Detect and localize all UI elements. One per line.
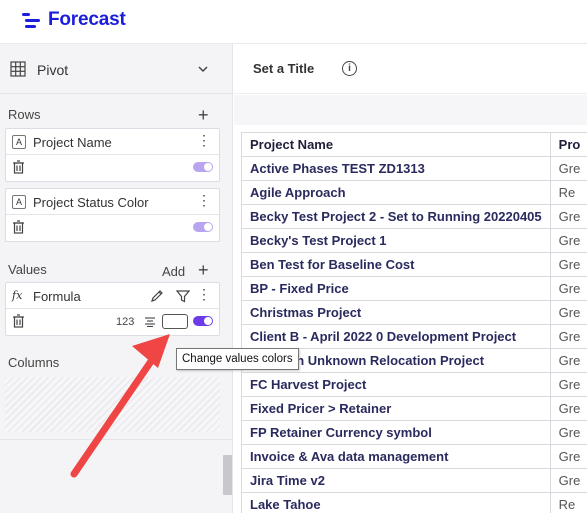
column-header[interactable]: Pro [549, 132, 587, 157]
table-row[interactable]: Becky Test Project 2 - Set to Running 20… [241, 204, 587, 229]
row-field-card[interactable]: A Project Name ⋮ [5, 128, 220, 182]
text-type-icon: A [12, 195, 26, 209]
table-row[interactable]: BP - Fixed Price Gre [241, 276, 587, 301]
table-row[interactable]: Jira Time v2 Gre [241, 468, 587, 493]
title-bar: Set a Title i [234, 44, 587, 94]
chevron-down-icon[interactable] [197, 63, 209, 75]
table-row[interactable]: Fixed Pricer > Retainer Gre [241, 396, 587, 421]
formula-icon: fx [12, 289, 23, 302]
project-name-cell[interactable]: Becky's Test Project 1 [241, 228, 551, 253]
project-status-cell: Gre [549, 420, 587, 445]
project-name-cell[interactable]: Invoice & Ava data management [241, 444, 551, 469]
app-logo[interactable]: Forecast [22, 9, 126, 31]
row-field-label: Project Status Color [33, 195, 149, 210]
rows-section-title: Rows [8, 107, 41, 122]
project-status-cell: Gre [549, 444, 587, 469]
more-options-icon[interactable]: ⋮ [197, 193, 211, 207]
filter-icon[interactable] [176, 289, 190, 303]
project-status-cell: Gre [549, 324, 587, 349]
table-header-band [234, 95, 587, 125]
value-color-picker[interactable] [162, 314, 188, 329]
project-status-cell: Gre [549, 348, 587, 373]
project-status-cell: Re [549, 180, 587, 205]
project-name-cell[interactable]: FP Retainer Currency symbol [241, 420, 551, 445]
project-name-cell[interactable]: FC Harvest Project [241, 372, 551, 397]
align-icon[interactable] [144, 317, 156, 327]
column-header[interactable]: Project Name [241, 132, 551, 157]
top-bar: Forecast [0, 0, 587, 44]
table-row[interactable]: Ben Test for Baseline Cost Gre [241, 252, 587, 277]
project-status-cell: Gre [549, 372, 587, 397]
sidebar-resize-handle[interactable] [223, 455, 232, 495]
pencil-icon[interactable] [150, 289, 164, 303]
project-status-cell: Gre [549, 156, 587, 181]
value-visibility-toggle[interactable] [193, 316, 213, 326]
trash-icon[interactable] [12, 220, 25, 234]
table-row[interactable]: FC Harvest Project Gre [241, 372, 587, 397]
table-row[interactable]: Invoice & Ava data management Gre [241, 444, 587, 469]
value-field-label: Formula [33, 289, 81, 304]
row-field-card[interactable]: A Project Status Color ⋮ [5, 188, 220, 242]
pivot-label: Pivot [37, 62, 69, 78]
add-row-button[interactable]: + [198, 106, 209, 124]
value-field-card[interactable]: fx Formula ⋮ 123 [5, 282, 220, 336]
values-section-title: Values [8, 262, 47, 277]
project-status-cell: Gre [549, 204, 587, 229]
project-status-cell: Gre [549, 300, 587, 325]
columns-drop-zone[interactable] [5, 377, 220, 432]
table-header-row: Project Name Pro [241, 132, 587, 157]
add-value-button[interactable]: + [198, 261, 209, 279]
columns-section-title: Columns [8, 355, 60, 370]
table-row[interactable]: Christmas Project Gre [241, 300, 587, 325]
table-row[interactable]: Becky's Test Project 1 Gre [241, 228, 587, 253]
project-name-cell[interactable]: BP - Fixed Price [241, 276, 551, 301]
project-name-cell[interactable]: Lake Tahoe [241, 492, 551, 513]
project-name-cell[interactable]: Fixed Pricer > Retainer [241, 396, 551, 421]
add-value-label[interactable]: Add [162, 264, 185, 279]
project-name-cell[interactable]: Client B - April 2022 0 Development Proj… [241, 324, 551, 349]
set-title-button[interactable]: Set a Title [253, 61, 314, 76]
table-row[interactable]: Agile Approach Re [241, 180, 587, 205]
pivot-selector[interactable]: Pivot [0, 44, 232, 94]
divider [0, 439, 232, 440]
trash-icon[interactable] [12, 160, 25, 174]
table-row[interactable]: Active Phases TEST ZD1313 Gre [241, 156, 587, 181]
info-icon[interactable]: i [342, 61, 357, 76]
row-field-label: Project Name [33, 135, 112, 150]
pivot-table-area: Project Name Pro Active Phases TEST ZD13… [234, 125, 587, 513]
table-row[interactable]: FP Retainer Currency symbol Gre [241, 420, 587, 445]
row-visibility-toggle[interactable] [193, 162, 213, 172]
forecast-logo-icon [22, 11, 40, 29]
table-row[interactable]: Lake Tahoe Re [241, 492, 587, 513]
project-name-cell[interactable]: Becky Test Project 2 - Set to Running 20… [241, 204, 551, 229]
tooltip: Change values colors [176, 348, 299, 370]
table-body: Active Phases TEST ZD1313 Gre Agile Approa… [241, 156, 587, 513]
project-name-cell[interactable]: Ben Test for Baseline Cost [241, 252, 551, 277]
project-name-cell[interactable]: Jira Time v2 [241, 468, 551, 493]
text-type-icon: A [12, 135, 26, 149]
project-status-cell: Re [549, 492, 587, 513]
project-name-cell[interactable]: Active Phases TEST ZD1313 [241, 156, 551, 181]
project-status-cell: Gre [549, 396, 587, 421]
project-status-cell: Gre [549, 252, 587, 277]
row-visibility-toggle[interactable] [193, 222, 213, 232]
pivot-sidebar: Pivot Rows + A Project Name ⋮ A Project … [0, 44, 233, 513]
number-format-label[interactable]: 123 [116, 316, 134, 328]
trash-icon[interactable] [12, 314, 25, 328]
pivot-grid-icon [10, 61, 26, 77]
more-options-icon[interactable]: ⋮ [197, 133, 211, 147]
project-name-cell[interactable]: Agile Approach [241, 180, 551, 205]
project-status-cell: Gre [549, 228, 587, 253]
project-name-cell[interactable]: Christmas Project [241, 300, 551, 325]
project-status-cell: Gre [549, 468, 587, 493]
pivot-table: Project Name Pro Active Phases TEST ZD13… [241, 132, 587, 513]
project-status-cell: Gre [549, 276, 587, 301]
app-name: Forecast [48, 9, 126, 30]
table-row[interactable]: Client B - April 2022 0 Development Proj… [241, 324, 587, 349]
more-options-icon[interactable]: ⋮ [197, 287, 211, 301]
